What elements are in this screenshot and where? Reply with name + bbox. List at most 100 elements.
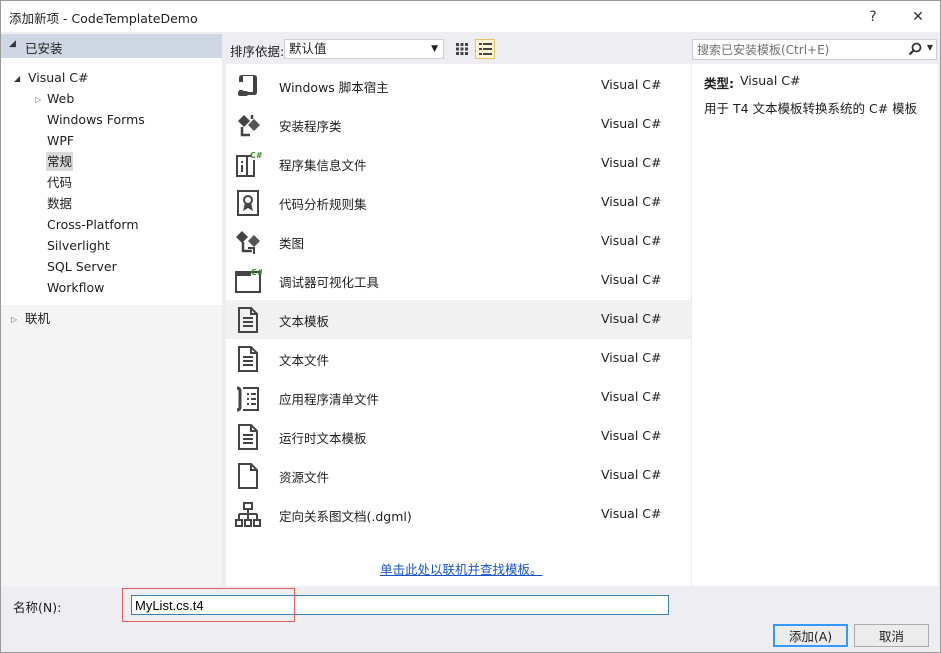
template-list: Windows 脚本宿主 Visual C# 安装程序类 Visual C# C… — [226, 64, 691, 586]
svg-text:C#: C# — [251, 268, 262, 277]
expand-triangle-icon[interactable]: ▷ — [35, 95, 41, 104]
title-bar: 添加新项 - CodeTemplateDemo ? ✕ — [1, 1, 940, 32]
template-row[interactable]: C# 程序集信息文件 Visual C# — [226, 144, 691, 183]
rule-set-icon — [237, 190, 259, 216]
tree-node-online[interactable]: 联机 — [25, 309, 50, 328]
manifest-file-icon — [236, 386, 259, 412]
cancel-button[interactable]: 取消 — [854, 624, 929, 647]
tree-node-web[interactable]: Web — [47, 89, 74, 108]
dropdown-caret-icon: ▼ — [431, 44, 438, 54]
template-row[interactable]: 定向关系图文档(.dgml) Visual C# — [226, 495, 691, 534]
template-language: Visual C# — [601, 272, 662, 287]
tree-node-sql-server[interactable]: SQL Server — [47, 257, 117, 276]
template-language: Visual C# — [601, 467, 662, 482]
expanded-triangle-icon[interactable]: ◢ — [14, 74, 20, 83]
tree-node-workflow[interactable]: Workflow — [47, 278, 104, 297]
search-icon[interactable] — [908, 42, 922, 56]
expand-triangle-icon[interactable]: ▷ — [11, 315, 17, 324]
template-name: Windows 脚本宿主 — [279, 80, 389, 95]
template-row[interactable]: 文本模板 Visual C# — [226, 300, 691, 339]
template-language: Visual C# — [601, 389, 662, 404]
type-label: 类型: — [704, 76, 734, 91]
template-language: Visual C# — [601, 77, 662, 92]
text-file-icon — [238, 346, 258, 372]
template-name: 文本模板 — [279, 314, 330, 329]
text-template-icon — [238, 307, 258, 333]
template-name: 文本文件 — [279, 353, 330, 368]
help-icon: ? — [869, 8, 877, 25]
search-options-caret-icon[interactable]: ▼ — [927, 43, 933, 52]
resource-file-icon — [238, 463, 258, 489]
template-description: 用于 T4 文本模板转换系统的 C# 模板 — [704, 101, 918, 116]
find-templates-online-link[interactable]: 单击此处以联机并查找模板。 — [380, 559, 543, 578]
sort-label: 排序依据: — [230, 44, 285, 59]
template-row[interactable]: 类图 Visual C# — [226, 222, 691, 261]
tree-node-windows-forms[interactable]: Windows Forms — [47, 110, 145, 129]
template-row[interactable]: 运行时文本模板 Visual C# — [226, 417, 691, 456]
template-language: Visual C# — [601, 233, 662, 248]
search-box[interactable]: ▼ — [692, 39, 937, 60]
template-name: 资源文件 — [279, 470, 330, 485]
search-input[interactable] — [697, 41, 905, 58]
tree-node-silverlight[interactable]: Silverlight — [47, 236, 110, 255]
debugger-visualizer-icon: C# — [235, 268, 262, 293]
type-value: Visual C# — [740, 73, 801, 88]
collapse-triangle-icon[interactable]: ◢ — [9, 39, 16, 49]
template-name: 类图 — [279, 236, 305, 251]
tree-node-data[interactable]: 数据 — [47, 194, 72, 213]
close-button[interactable]: ✕ — [898, 1, 938, 32]
template-name: 程序集信息文件 — [279, 158, 367, 173]
template-name: 代码分析规则集 — [279, 197, 367, 212]
tree-node-visual-csharp[interactable]: Visual C# — [28, 68, 89, 87]
list-view-button[interactable] — [475, 39, 495, 59]
template-language: Visual C# — [601, 311, 662, 326]
template-name: 安装程序类 — [279, 119, 342, 134]
tree-node-installed-label: 已安装 — [25, 41, 63, 56]
assembly-info-icon: C# — [236, 151, 262, 177]
template-name: 调试器可视化工具 — [279, 275, 380, 290]
template-language: Visual C# — [601, 116, 662, 131]
class-diagram-icon — [236, 231, 260, 254]
svg-text:C#: C# — [250, 151, 262, 160]
template-language: Visual C# — [601, 350, 662, 365]
template-language: Visual C# — [601, 428, 662, 443]
template-language: Visual C# — [601, 506, 662, 521]
grid-view-icon — [456, 43, 468, 55]
template-name: 运行时文本模板 — [279, 431, 367, 446]
tree-node-wpf[interactable]: WPF — [47, 131, 74, 150]
runtime-template-icon — [238, 424, 258, 450]
add-new-item-dialog: 添加新项 - CodeTemplateDemo ? ✕ ◢ 已安装 ◢ Visu… — [0, 0, 941, 653]
template-language: Visual C# — [601, 194, 662, 209]
tree-node-general[interactable]: 常规 — [46, 152, 74, 171]
template-row[interactable]: 代码分析规则集 Visual C# — [226, 183, 691, 222]
tree-installed-body: ◢ Visual C# ▷ Web Windows Forms WPF 常规 代… — [1, 58, 222, 305]
help-button[interactable]: ? — [853, 1, 893, 32]
name-label: 名称(N): — [13, 600, 62, 615]
template-row[interactable]: 文本文件 Visual C# — [226, 339, 691, 378]
sort-dropdown-value: 默认值 — [289, 41, 327, 56]
template-row[interactable]: 应用程序清单文件 Visual C# — [226, 378, 691, 417]
template-name: 定向关系图文档(.dgml) — [279, 509, 412, 524]
tree-node-installed[interactable]: ◢ 已安装 — [1, 34, 222, 58]
grid-view-button[interactable] — [452, 39, 472, 59]
category-tree: ◢ 已安装 ◢ Visual C# ▷ Web Windows Forms WP… — [1, 34, 222, 586]
list-view-icon — [478, 43, 492, 55]
installer-class-icon — [238, 115, 260, 137]
tree-node-cross-platform[interactable]: Cross-Platform — [47, 215, 139, 234]
sort-dropdown[interactable]: 默认值 ▼ — [284, 39, 444, 59]
script-host-icon — [238, 75, 257, 96]
template-details-pane: 类型: Visual C# 用于 T4 文本模板转换系统的 C# 模板 — [692, 64, 938, 586]
template-name: 应用程序清单文件 — [279, 392, 380, 407]
template-row[interactable]: Windows 脚本宿主 Visual C# — [226, 66, 691, 105]
dgml-icon — [235, 502, 261, 527]
template-row[interactable]: C# 调试器可视化工具 Visual C# — [226, 261, 691, 300]
tree-node-code[interactable]: 代码 — [47, 173, 72, 192]
template-language: Visual C# — [601, 155, 662, 170]
window-title: 添加新项 - CodeTemplateDemo — [9, 11, 198, 26]
sort-toolbar: 排序依据: 默认值 ▼ — [226, 37, 686, 61]
close-icon: ✕ — [912, 8, 924, 25]
template-row[interactable]: 资源文件 Visual C# — [226, 456, 691, 495]
template-row[interactable]: 安装程序类 Visual C# — [226, 105, 691, 144]
add-button[interactable]: 添加(A) — [773, 624, 848, 647]
annotation-highlight-box — [122, 588, 295, 622]
